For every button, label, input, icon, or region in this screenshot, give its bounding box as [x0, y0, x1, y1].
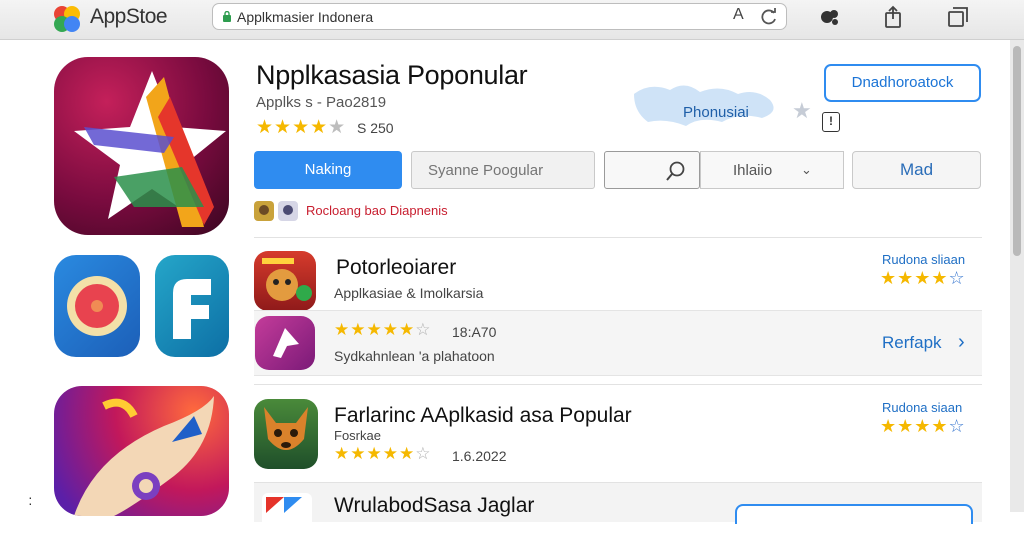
featured-rating-count: S 250 [357, 120, 394, 136]
app-logo-icon[interactable] [52, 4, 82, 34]
target-icon [67, 276, 127, 336]
row2-rating-stars: ★★★★★☆ [334, 320, 432, 339]
row1-app-icon[interactable] [254, 251, 316, 311]
developer-avatars [254, 201, 298, 221]
indonesia-map-image [634, 85, 774, 126]
row2-subtitle: Sydkahnlean 'a plahatoon [334, 348, 495, 364]
featured-subtitle: Applks s - Pao2819 [256, 94, 387, 111]
play-store-icon [266, 497, 302, 513]
target-app-icon[interactable] [54, 255, 140, 357]
row2-app-icon[interactable] [255, 316, 315, 370]
url-text[interactable]: Applkmasier Indonera [237, 9, 373, 25]
scrollbar-thumb[interactable] [1013, 46, 1021, 256]
fox-character-icon [264, 407, 308, 450]
play-arrow-icon [273, 328, 299, 358]
row1-side-stars: ★★★★☆ [880, 268, 966, 288]
chevron-right-icon[interactable]: › [958, 331, 965, 354]
featured-tagline[interactable]: Rocloang bao Diapnenis [306, 203, 448, 218]
rocket-icon [74, 396, 214, 516]
search-button[interactable] [604, 151, 700, 189]
more-button[interactable]: Mad [852, 151, 981, 189]
fox-character-icon [262, 258, 312, 301]
scrollbar[interactable] [1010, 40, 1024, 512]
row4-title[interactable]: WrulabodSasa Jaglar [334, 494, 534, 518]
rocket-app-icon[interactable] [54, 386, 229, 516]
map-star-icon: ★ [792, 98, 812, 123]
reload-icon[interactable] [759, 7, 779, 27]
row3-rating-count: 1.6.2022 [452, 448, 507, 464]
featured-title: Npplkasasia Poponular [256, 60, 528, 90]
row1-side-title: Rudona sliaan [882, 252, 966, 267]
divider [254, 384, 982, 385]
pagination-dots-icon[interactable]: · · [28, 490, 33, 510]
app-name: AppStoe [90, 5, 168, 28]
select-value: Ihlaiio [733, 162, 773, 179]
featured-app-icon[interactable] [54, 57, 229, 235]
share-icon[interactable] [881, 5, 905, 29]
row2-action-link[interactable]: Rerfapk [882, 333, 942, 353]
tabs-icon[interactable] [946, 5, 970, 29]
row3-rating-stars: ★★★★★☆ [334, 444, 432, 463]
chevron-down-icon: ⌄ [801, 162, 812, 177]
tab-naking[interactable]: Naking [254, 151, 402, 189]
row4-app-icon[interactable] [262, 493, 312, 533]
row2-rating-count: 18:A70 [452, 324, 497, 340]
row1-subtitle: Applkasiae & Imolkarsia [334, 285, 484, 301]
info-icon[interactable]: ! [822, 112, 840, 132]
f-app-icon[interactable] [155, 255, 229, 357]
row3-app-icon[interactable] [254, 399, 318, 469]
star-logo-icon [74, 71, 226, 227]
row3-side-stars: ★★★★☆ [880, 416, 966, 436]
extensions-icon[interactable] [818, 5, 842, 29]
search-input[interactable] [411, 151, 595, 189]
letter-f-icon [173, 279, 211, 339]
category-select[interactable]: Ihlaiio ⌄ [700, 151, 844, 189]
featured-rating-stars: ★★★★★ [256, 117, 347, 138]
row3-title[interactable]: Farlarinc AAplkasid asa Popular [334, 404, 632, 428]
row4-action-button[interactable] [735, 504, 973, 524]
browser-toolbar: AppStoe Applkmasier Indonera A [0, 0, 1024, 40]
download-button[interactable]: Dnadhoroatock [824, 64, 981, 102]
reader-toggle[interactable]: A [733, 6, 744, 24]
row3-subtitle: Fosrkae [334, 428, 381, 443]
divider [254, 237, 982, 238]
map-label: Phonusiai [683, 104, 749, 121]
row1-title[interactable]: Potorleoiarer [336, 256, 456, 280]
address-bar[interactable]: Applkmasier Indonera A [212, 3, 787, 30]
lock-icon [223, 11, 231, 22]
search-icon [666, 161, 685, 181]
row3-side-title: Rudona siaan [882, 400, 963, 415]
